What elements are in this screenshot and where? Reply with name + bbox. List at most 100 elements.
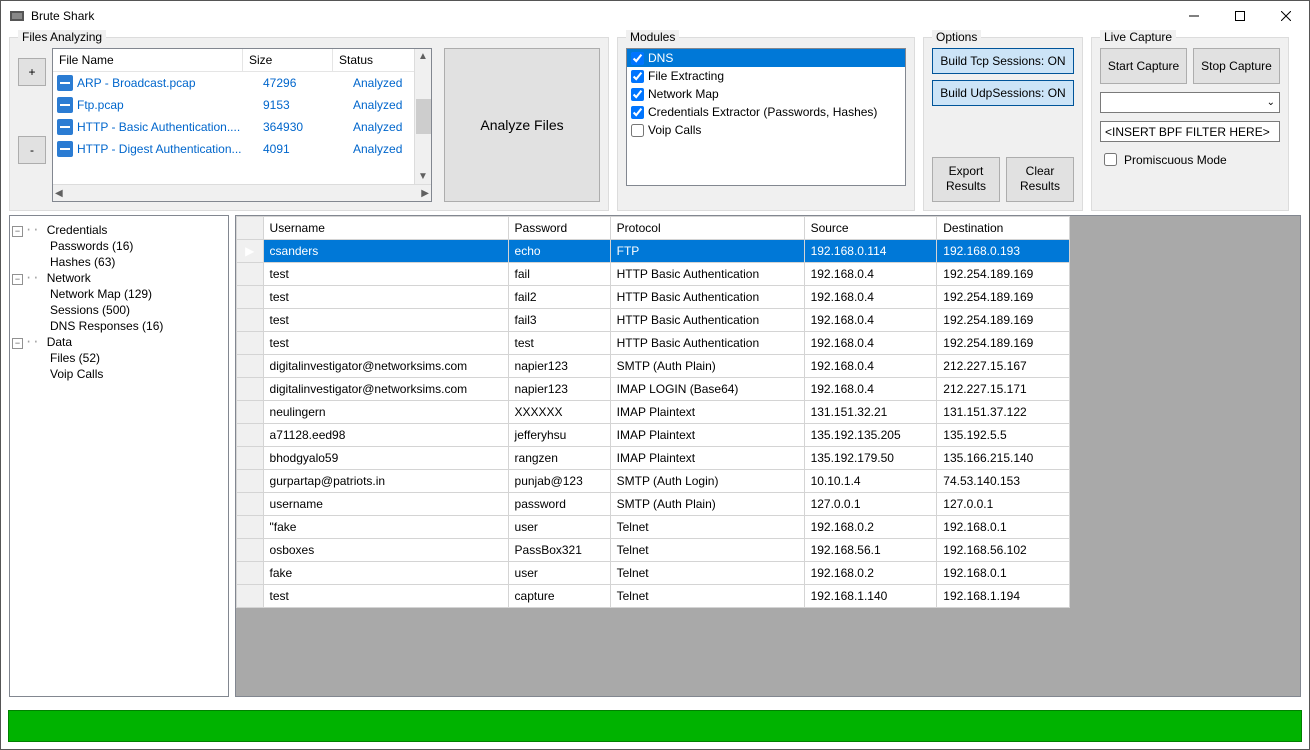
table-row[interactable]: testfail2HTTP Basic Authentication192.16… — [237, 286, 1070, 309]
col-source[interactable]: Source — [804, 217, 937, 240]
table-row[interactable]: "fakeuserTelnet192.168.0.2192.168.0.1 — [237, 516, 1070, 539]
table-row[interactable]: testtestHTTP Basic Authentication192.168… — [237, 332, 1070, 355]
cell-username: neulingern — [263, 401, 508, 424]
module-checkbox[interactable] — [631, 88, 644, 101]
build-tcp-button[interactable]: Build Tcp Sessions: ON — [932, 48, 1074, 74]
row-indicator — [237, 447, 264, 470]
cell-password: user — [508, 562, 610, 585]
add-file-button[interactable]: + — [18, 58, 46, 86]
modules-list[interactable]: DNSFile ExtractingNetwork MapCredentials… — [626, 48, 906, 186]
tree-toggle-icon[interactable]: − — [12, 338, 23, 349]
cell-protocol: Telnet — [610, 516, 804, 539]
cell-protocol: SMTP (Auth Plain) — [610, 355, 804, 378]
file-list[interactable]: File Name Size Status ARP - Broadcast.pc… — [52, 48, 432, 202]
cell-source: 192.168.0.4 — [804, 263, 937, 286]
navigation-tree[interactable]: −·· Credentials Passwords (16) Hashes (6… — [9, 215, 229, 697]
module-item[interactable]: DNS — [627, 49, 905, 67]
table-row[interactable]: fakeuserTelnet192.168.0.2192.168.0.1 — [237, 562, 1070, 585]
cell-password: PassBox321 — [508, 539, 610, 562]
module-item[interactable]: Credentials Extractor (Passwords, Hashes… — [627, 103, 905, 121]
export-results-button[interactable]: Export Results — [932, 157, 1000, 202]
results-grid[interactable]: Username Password Protocol Source Destin… — [235, 215, 1301, 697]
module-checkbox[interactable] — [631, 70, 644, 83]
col-file-size[interactable]: Size — [243, 49, 333, 71]
tree-dns[interactable]: DNS Responses (16) — [50, 319, 163, 333]
tree-voip[interactable]: Voip Calls — [50, 367, 103, 381]
cell-username: bhodgyalo59 — [263, 447, 508, 470]
col-protocol[interactable]: Protocol — [610, 217, 804, 240]
clear-results-button[interactable]: Clear Results — [1006, 157, 1074, 202]
maximize-button[interactable] — [1217, 1, 1263, 31]
tree-network-map[interactable]: Network Map (129) — [50, 287, 152, 301]
module-item[interactable]: Network Map — [627, 85, 905, 103]
minimize-button[interactable] — [1171, 1, 1217, 31]
app-icon — [9, 8, 25, 24]
cell-password: jefferyhsu — [508, 424, 610, 447]
row-indicator — [237, 424, 264, 447]
row-indicator — [237, 286, 264, 309]
file-list-hscroll[interactable]: ◀▶ — [53, 184, 431, 201]
file-name[interactable]: HTTP - Basic Authentication.... — [77, 120, 263, 134]
cell-source: 192.168.0.4 — [804, 332, 937, 355]
module-checkbox[interactable] — [631, 124, 644, 137]
cell-username: test — [263, 309, 508, 332]
analyze-files-button[interactable]: Analyze Files — [444, 48, 600, 202]
tree-hashes[interactable]: Hashes (63) — [50, 255, 115, 269]
table-row[interactable]: usernamepasswordSMTP (Auth Plain)127.0.0… — [237, 493, 1070, 516]
tree-passwords[interactable]: Passwords (16) — [50, 239, 133, 253]
tree-sessions[interactable]: Sessions (500) — [50, 303, 130, 317]
file-row[interactable]: ARP - Broadcast.pcap47296Analyzed — [53, 72, 431, 94]
tree-data[interactable]: Data — [47, 335, 72, 349]
table-row[interactable]: osboxesPassBox321Telnet192.168.56.1192.1… — [237, 539, 1070, 562]
module-item[interactable]: Voip Calls — [627, 121, 905, 139]
file-row[interactable]: HTTP - Basic Authentication....364930Ana… — [53, 116, 431, 138]
stop-capture-button[interactable]: Stop Capture — [1193, 48, 1280, 84]
col-file-name[interactable]: File Name — [53, 49, 243, 71]
row-indicator — [237, 263, 264, 286]
table-row[interactable]: digitalinvestigator@networksims.comnapie… — [237, 355, 1070, 378]
tree-files[interactable]: Files (52) — [50, 351, 100, 365]
cell-destination: 212.227.15.167 — [937, 355, 1070, 378]
table-row[interactable]: bhodgyalo59rangzenIMAP Plaintext135.192.… — [237, 447, 1070, 470]
options-group: Options Build Tcp Sessions: ON Build Udp… — [923, 37, 1083, 211]
file-row[interactable]: HTTP - Digest Authentication...4091Analy… — [53, 138, 431, 160]
cell-destination: 131.151.37.122 — [937, 401, 1070, 424]
file-row[interactable]: Ftp.pcap9153Analyzed — [53, 94, 431, 116]
module-checkbox[interactable] — [631, 106, 644, 119]
file-name[interactable]: ARP - Broadcast.pcap — [77, 76, 263, 90]
module-item[interactable]: File Extracting — [627, 67, 905, 85]
cell-protocol: Telnet — [610, 539, 804, 562]
table-row[interactable]: testfail3HTTP Basic Authentication192.16… — [237, 309, 1070, 332]
file-name[interactable]: Ftp.pcap — [77, 98, 263, 112]
cell-protocol: HTTP Basic Authentication — [610, 263, 804, 286]
table-row[interactable]: ▶csandersechoFTP192.168.0.114192.168.0.1… — [237, 240, 1070, 263]
file-list-vscroll[interactable]: ▲▼ — [414, 49, 431, 184]
table-row[interactable]: digitalinvestigator@networksims.comnapie… — [237, 378, 1070, 401]
table-row[interactable]: neulingernXXXXXXIMAP Plaintext131.151.32… — [237, 401, 1070, 424]
col-username[interactable]: Username — [263, 217, 508, 240]
table-row[interactable]: a71128.eed98jefferyhsuIMAP Plaintext135.… — [237, 424, 1070, 447]
promiscuous-checkbox[interactable]: Promiscuous Mode — [1100, 150, 1280, 169]
close-button[interactable] — [1263, 1, 1309, 31]
tree-toggle-icon[interactable]: − — [12, 274, 23, 285]
file-name[interactable]: HTTP - Digest Authentication... — [77, 142, 263, 156]
table-row[interactable]: testfailHTTP Basic Authentication192.168… — [237, 263, 1070, 286]
table-row[interactable]: gurpartap@patriots.inpunjab@123SMTP (Aut… — [237, 470, 1070, 493]
start-capture-button[interactable]: Start Capture — [1100, 48, 1187, 84]
tree-credentials[interactable]: Credentials — [47, 223, 108, 237]
cell-protocol: Telnet — [610, 562, 804, 585]
interface-combo[interactable]: ⌄ — [1100, 92, 1280, 113]
cell-username: a71128.eed98 — [263, 424, 508, 447]
build-udp-button[interactable]: Build UdpSessions: ON — [932, 80, 1074, 106]
pcap-icon — [57, 141, 73, 157]
bpf-filter-input[interactable] — [1100, 121, 1280, 142]
table-row[interactable]: testcaptureTelnet192.168.1.140192.168.1.… — [237, 585, 1070, 608]
options-legend: Options — [932, 30, 981, 44]
module-checkbox[interactable] — [631, 52, 644, 65]
tree-network[interactable]: Network — [47, 271, 91, 285]
col-password[interactable]: Password — [508, 217, 610, 240]
tree-toggle-icon[interactable]: − — [12, 226, 23, 237]
col-destination[interactable]: Destination — [937, 217, 1070, 240]
row-indicator — [237, 585, 264, 608]
remove-file-button[interactable]: - — [18, 136, 46, 164]
